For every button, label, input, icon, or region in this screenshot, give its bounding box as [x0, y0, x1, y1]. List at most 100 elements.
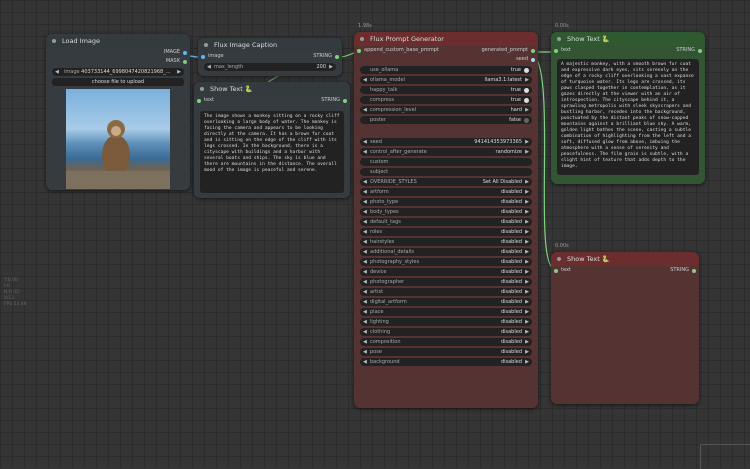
- show-text-io[interactable]: text STRING: [551, 46, 705, 55]
- arrow-left-icon[interactable]: ◀: [363, 76, 367, 84]
- arrow-left-icon[interactable]: ◀: [363, 148, 367, 156]
- widget-artist[interactable]: ◀ ▶ artist disabled: [360, 288, 532, 296]
- prompt-io[interactable]: append_custom_base_prompt generated_prom…: [354, 46, 538, 55]
- arrow-right-icon[interactable]: ▶: [525, 178, 529, 186]
- arrow-left-icon[interactable]: ◀: [363, 288, 367, 296]
- widget-lighting[interactable]: ◀ ▶ lighting disabled: [360, 318, 532, 326]
- arrow-right-icon[interactable]: ▶: [525, 328, 529, 336]
- widget-photographer[interactable]: ◀ ▶ photographer disabled: [360, 278, 532, 286]
- toggle-icon[interactable]: [524, 117, 529, 123]
- widget-clothing[interactable]: ◀ ▶ clothing disabled: [360, 328, 532, 336]
- arrow-left-icon[interactable]: ◀: [363, 338, 367, 346]
- mask-output-dot[interactable]: [183, 59, 187, 64]
- string-output-dot[interactable]: [698, 48, 702, 53]
- widget-override-styles[interactable]: ◀ ▶ OVERRIDE_STYLES Set All Disabled: [360, 178, 532, 186]
- widget-custom[interactable]: custom: [360, 158, 532, 166]
- arrow-right-icon[interactable]: ▶: [525, 218, 529, 226]
- string-output-dot[interactable]: [335, 54, 339, 59]
- toggle-icon[interactable]: [524, 67, 529, 73]
- string-input-dot[interactable]: [197, 98, 201, 103]
- widget-device[interactable]: ◀ ▶ device disabled: [360, 268, 532, 276]
- arrow-left-icon[interactable]: ◀: [363, 308, 367, 316]
- arrow-right-icon[interactable]: ▶: [525, 318, 529, 326]
- int-output-dot[interactable]: [531, 57, 535, 62]
- arrow-left-icon[interactable]: ◀: [363, 348, 367, 356]
- upload-button[interactable]: choose file to upload: [52, 78, 184, 86]
- text-display[interactable]: A majestic monkey, with a smooth brown f…: [557, 59, 699, 175]
- output-mask[interactable]: MASK: [46, 57, 190, 66]
- arrow-left-icon[interactable]: ◀: [207, 63, 211, 71]
- arrow-right-icon[interactable]: ▶: [525, 358, 529, 366]
- arrow-right-icon[interactable]: ▶: [525, 298, 529, 306]
- image-output-dot[interactable]: [183, 50, 187, 55]
- arrow-right-icon[interactable]: ▶: [525, 288, 529, 296]
- arrow-right-icon[interactable]: ▶: [525, 308, 529, 316]
- arrow-right-icon[interactable]: ▶: [525, 106, 529, 114]
- arrow-left-icon[interactable]: ◀: [363, 358, 367, 366]
- string-output-dot[interactable]: [692, 268, 696, 273]
- arrow-left-icon[interactable]: ◀: [363, 298, 367, 306]
- arrow-left-icon[interactable]: ◀: [363, 328, 367, 336]
- seed-output[interactable]: seed: [354, 55, 538, 64]
- string-output-dot[interactable]: [531, 48, 535, 53]
- flux-image-caption-node[interactable]: Flux Image Caption image STRING ◀ max_len…: [198, 38, 342, 76]
- widget-subject[interactable]: subject: [360, 168, 532, 176]
- output-image[interactable]: IMAGE: [46, 48, 190, 57]
- arrow-right-icon[interactable]: ▶: [525, 228, 529, 236]
- arrow-right-icon[interactable]: ▶: [329, 63, 333, 71]
- load-image-node[interactable]: Load Image IMAGE MASK ◀ image 403733144_6…: [46, 34, 190, 190]
- arrow-right-icon[interactable]: ▶: [525, 348, 529, 356]
- arrow-left-icon[interactable]: ◀: [363, 198, 367, 206]
- arrow-left-icon[interactable]: ◀: [363, 218, 367, 226]
- widget-photography-styles[interactable]: ◀ ▶ photography_styles disabled: [360, 258, 532, 266]
- arrow-left-icon[interactable]: ◀: [363, 178, 367, 186]
- image-input-dot[interactable]: [201, 54, 205, 59]
- arrow-right-icon[interactable]: ▶: [525, 278, 529, 286]
- arrow-left-icon[interactable]: ◀: [363, 106, 367, 114]
- node-title[interactable]: Show Text 🐍: [551, 252, 699, 266]
- widget-ollama-model[interactable]: ◀ ▶ ollama_model llama3.1:latest: [360, 76, 532, 84]
- widget-seed[interactable]: ◀ ▶ seed 941414353973365: [360, 138, 532, 146]
- arrow-right-icon[interactable]: ▶: [525, 268, 529, 276]
- arrow-left-icon[interactable]: ◀: [363, 268, 367, 276]
- arrow-left-icon[interactable]: ◀: [363, 208, 367, 216]
- widget-compression-level[interactable]: ◀ ▶ compression_level hard: [360, 106, 532, 114]
- widget-control-after-generate[interactable]: ◀ ▶ control_after_generate randomize: [360, 148, 532, 156]
- show-text-node-1[interactable]: Show Text 🐍 text STRING The image shows …: [194, 82, 350, 198]
- arrow-left-icon[interactable]: ◀: [363, 138, 367, 146]
- arrow-right-icon[interactable]: ▶: [525, 338, 529, 346]
- string-output-dot[interactable]: [343, 98, 347, 103]
- arrow-right-icon[interactable]: ▶: [525, 138, 529, 146]
- arrow-left-icon[interactable]: ◀: [363, 228, 367, 236]
- string-input-dot[interactable]: [357, 48, 361, 53]
- widget-hairstyles[interactable]: ◀ ▶ hairstyles disabled: [360, 238, 532, 246]
- toggle-icon[interactable]: [524, 97, 529, 103]
- image-combo[interactable]: ◀ image 403733144_6998047420821968_... ▶: [52, 68, 184, 76]
- widget-additional-details[interactable]: ◀ ▶ additional_details disabled: [360, 248, 532, 256]
- max-length-widget[interactable]: ◀ max_length 200 ▶: [204, 63, 336, 71]
- arrow-left-icon[interactable]: ◀: [55, 68, 59, 76]
- widget-compress[interactable]: compress true: [360, 96, 532, 104]
- node-title[interactable]: Load Image: [46, 34, 190, 48]
- show-text-node-3[interactable]: 0.00s Show Text 🐍 text STRING: [551, 243, 699, 404]
- arrow-right-icon[interactable]: ▶: [525, 208, 529, 216]
- widget-poster[interactable]: poster false: [360, 116, 532, 124]
- widget-body-types[interactable]: ◀ ▶ body_types disabled: [360, 208, 532, 216]
- widget-composition[interactable]: ◀ ▶ composition disabled: [360, 338, 532, 346]
- widget-place[interactable]: ◀ ▶ place disabled: [360, 308, 532, 316]
- widget-digital-artform[interactable]: ◀ ▶ digital_artform disabled: [360, 298, 532, 306]
- widget-roles[interactable]: ◀ ▶ roles disabled: [360, 228, 532, 236]
- arrow-left-icon[interactable]: ◀: [363, 278, 367, 286]
- arrow-right-icon[interactable]: ▶: [177, 68, 181, 76]
- arrow-left-icon[interactable]: ◀: [363, 258, 367, 266]
- arrow-right-icon[interactable]: ▶: [525, 258, 529, 266]
- widget-pose[interactable]: ◀ ▶ pose disabled: [360, 348, 532, 356]
- node-title[interactable]: Show Text 🐍: [194, 82, 350, 96]
- arrow-right-icon[interactable]: ▶: [525, 76, 529, 84]
- arrow-right-icon[interactable]: ▶: [525, 198, 529, 206]
- widget-happy-talk[interactable]: happy_talk true: [360, 86, 532, 94]
- widget-background[interactable]: ◀ ▶ background disabled: [360, 358, 532, 366]
- minimap-frame[interactable]: [700, 444, 750, 469]
- widget-photo-type[interactable]: ◀ ▶ photo_type disabled: [360, 198, 532, 206]
- string-input-dot[interactable]: [554, 268, 558, 273]
